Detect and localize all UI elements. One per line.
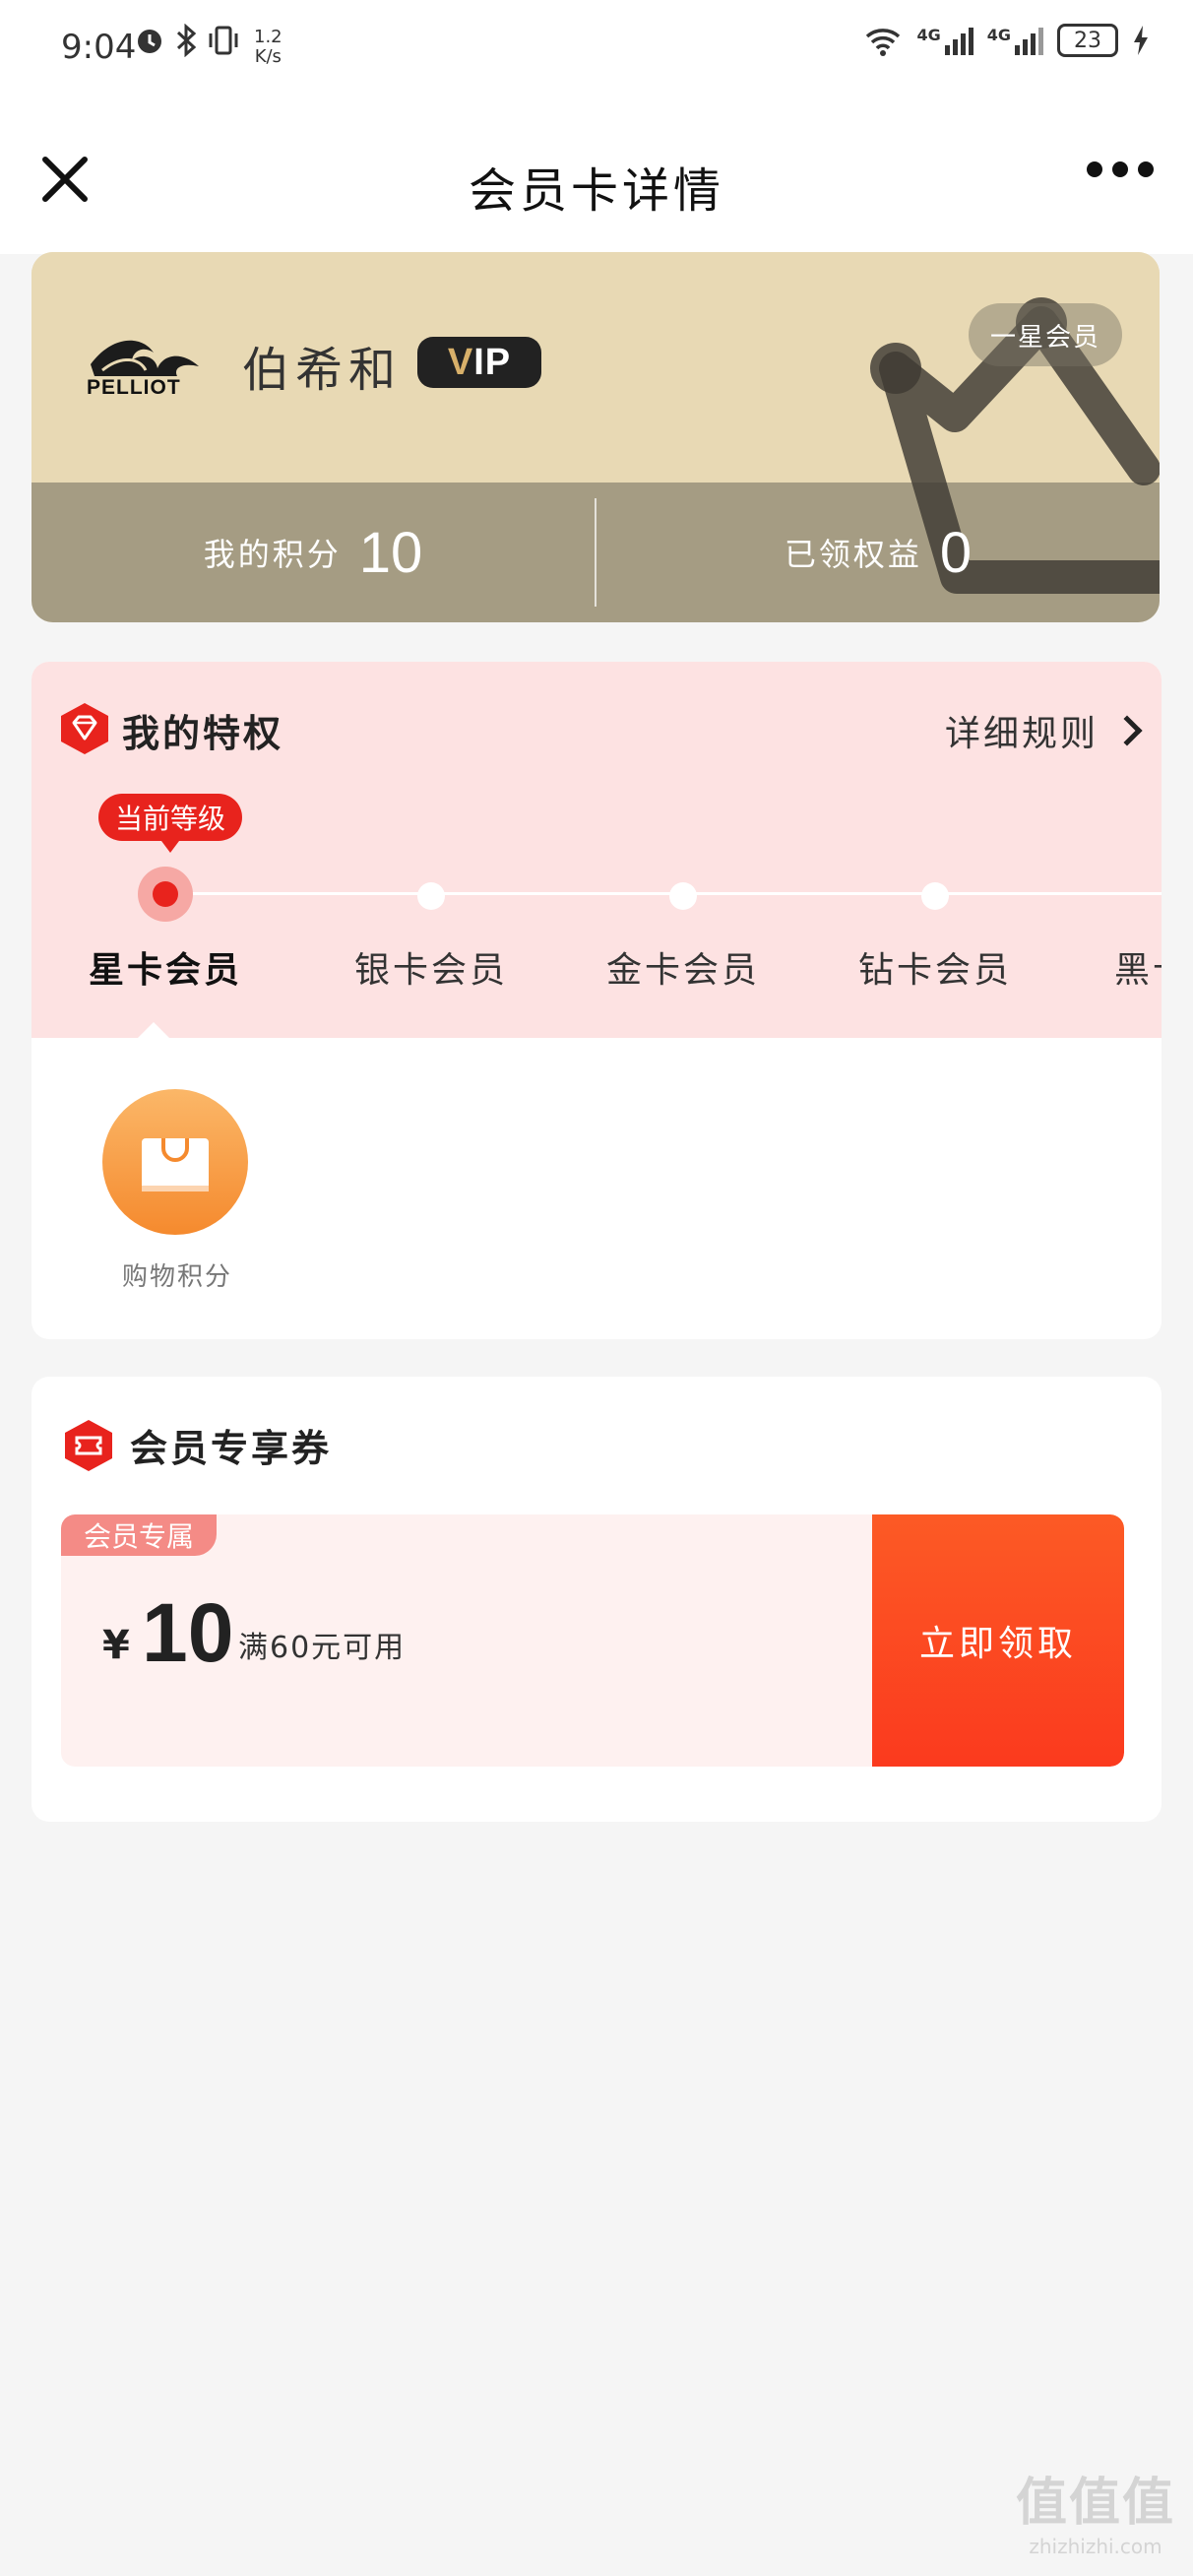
signal-icon xyxy=(944,28,973,55)
tier-dot xyxy=(417,882,445,910)
tier-star[interactable]: 星卡会员 xyxy=(87,941,244,993)
privileges-title: 我的特权 xyxy=(122,712,284,755)
watermark: 值值值 zhizhizhi.com xyxy=(1016,2461,1175,2558)
network-speed: 1.2 K/s xyxy=(254,28,283,67)
signal-icon xyxy=(1015,28,1043,55)
charging-icon xyxy=(1134,26,1148,55)
tier-track xyxy=(163,892,1162,895)
privileges-section: 我的特权 详细规则 当前等级 星卡会员 银卡会员 金卡会员 钻卡会员 黑卡 购物… xyxy=(31,662,1162,1339)
coupon-currency: ¥ xyxy=(102,1623,130,1668)
member-level-badge: 一星会员 xyxy=(969,303,1122,366)
diamond-badge-icon xyxy=(61,703,108,754)
more-menu-icon[interactable] xyxy=(1087,161,1154,177)
signal-2: 4G xyxy=(987,26,1043,55)
status-bar: 9:04 1.2 K/s 4G 4G 23 xyxy=(0,0,1193,98)
tier-pointer xyxy=(138,1022,169,1038)
watermark-url: zhizhizhi.com xyxy=(1029,2535,1162,2558)
speed-unit: K/s xyxy=(254,46,282,67)
speed-value: 1.2 xyxy=(254,27,283,47)
coupon-condition: 满60元可用 xyxy=(238,1631,407,1665)
chevron-right-icon xyxy=(1111,715,1143,746)
points-stat[interactable]: 我的积分 10 xyxy=(31,483,595,622)
tier-black[interactable]: 黑卡 xyxy=(1114,941,1162,993)
alarm-icon xyxy=(138,30,161,53)
wifi-icon xyxy=(866,29,901,56)
tier-gold[interactable]: 金卡会员 xyxy=(602,941,764,993)
battery-indicator: 23 xyxy=(1057,24,1118,57)
current-level-tag: 当前等级 xyxy=(98,794,242,853)
tier-dot-current xyxy=(138,867,193,922)
brand-name: 伯希和 xyxy=(242,343,403,398)
member-coupons-section: 会员专享券 会员专属 ¥ 10 满60元可用 立即领取 xyxy=(31,1377,1162,1822)
shopping-points-label: 购物积分 xyxy=(121,1262,232,1292)
status-time: 9:04 xyxy=(61,28,137,67)
points-label: 我的积分 xyxy=(203,536,342,573)
signal-1: 4G xyxy=(916,26,973,55)
benefits-value: 0 xyxy=(939,520,973,585)
coupon-card: 会员专属 ¥ 10 满60元可用 立即领取 xyxy=(61,1514,1124,1767)
tier-silver[interactable]: 银卡会员 xyxy=(350,941,512,993)
coupon-badge-icon xyxy=(65,1420,112,1471)
coupon-tag: 会员专属 xyxy=(61,1514,217,1556)
benefits-stat[interactable]: 已领权益 0 xyxy=(596,483,1160,622)
bluetooth-icon xyxy=(176,24,197,57)
brand-logo-text: PELLIOT xyxy=(87,376,181,399)
member-card: PELLIOT 伯希和 V IP 一星会员 我的积分 10 已领权益 0 xyxy=(31,252,1160,622)
shopping-points-benefit[interactable] xyxy=(102,1089,248,1235)
claim-coupon-button[interactable]: 立即领取 xyxy=(872,1514,1124,1767)
page-title: 会员卡详情 xyxy=(468,163,724,219)
navigation-bar: 会员卡详情 xyxy=(0,98,1193,254)
detailed-rules-label: 详细规则 xyxy=(944,714,1099,754)
status-icons-right: 4G 4G 23 xyxy=(863,24,1150,57)
tier-dot xyxy=(669,882,697,910)
coupon-amount: 10 xyxy=(142,1586,234,1679)
shopping-bag-icon xyxy=(142,1138,209,1191)
tier-diamond[interactable]: 钻卡会员 xyxy=(854,941,1016,993)
status-icons-left xyxy=(134,24,240,57)
coupons-title: 会员专享券 xyxy=(130,1427,333,1470)
points-value: 10 xyxy=(358,520,423,585)
network-type-1: 4G xyxy=(916,26,941,44)
detailed-rules-link[interactable]: 详细规则 xyxy=(944,705,1143,756)
network-type-2: 4G xyxy=(986,26,1011,44)
benefits-label: 已领权益 xyxy=(784,536,922,573)
vip-badge: V IP xyxy=(417,337,541,388)
watermark-logo: 值值值 xyxy=(1015,2474,1175,2533)
vibrate-icon xyxy=(209,26,238,55)
tier-dot xyxy=(921,882,949,910)
